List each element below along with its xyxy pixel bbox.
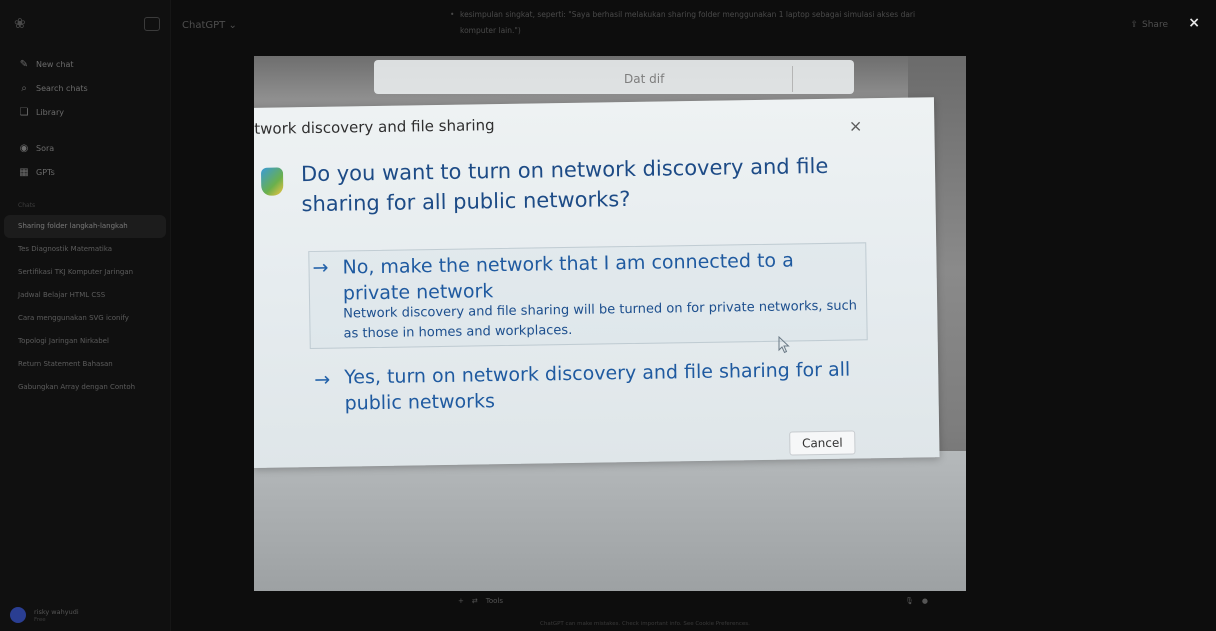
openai-logo-icon[interactable]: ❀ bbox=[14, 16, 30, 32]
sidebar-toggle-icon[interactable] bbox=[144, 17, 160, 31]
plus-icon[interactable]: + bbox=[458, 597, 464, 605]
sidebar-item-label: New chat bbox=[36, 59, 74, 69]
edit-icon: ✎ bbox=[19, 58, 29, 70]
sidebar-item-label: Search chats bbox=[36, 83, 88, 93]
sidebar-item-label: Sora bbox=[36, 143, 55, 153]
library-icon: ❏ bbox=[19, 106, 29, 118]
chat-item[interactable]: Gabungkan Array dengan Contoh bbox=[0, 376, 170, 399]
footer-disclaimer: ChatGPT can make mistakes. Check importa… bbox=[540, 621, 750, 627]
model-selector[interactable]: ChatGPT ⌄ bbox=[182, 20, 237, 31]
network-dialog: twork discovery and file sharing × Do yo… bbox=[254, 97, 940, 468]
cancel-button: Cancel bbox=[789, 430, 856, 456]
search-icon: ⌕ bbox=[21, 82, 27, 94]
dialog-title: twork discovery and file sharing bbox=[254, 116, 495, 138]
arrow-right-icon: → bbox=[314, 368, 331, 391]
chat-item[interactable]: Return Statement Bahasan bbox=[0, 353, 170, 376]
chevron-down-icon: ⌄ bbox=[228, 20, 237, 31]
avatar bbox=[10, 607, 26, 623]
chat-item[interactable]: Jadwal Belajar HTML CSS bbox=[0, 284, 170, 307]
sidebar-item-gpts[interactable]: ▦ GPTs bbox=[0, 160, 170, 184]
model-name: ChatGPT bbox=[182, 20, 226, 31]
tools-button[interactable]: Tools bbox=[486, 597, 503, 605]
chat-item[interactable]: Sertifikasi TKJ Komputer Jaringan bbox=[0, 261, 170, 284]
gpts-icon: ▦ bbox=[19, 166, 29, 178]
chat-item[interactable]: Topologi Jaringan Nirkabel bbox=[0, 330, 170, 353]
chat-message-text: kesimpulan singkat, seperti: "Saya berha… bbox=[460, 10, 916, 35]
arrow-right-icon: → bbox=[312, 256, 329, 280]
chat-item[interactable]: Cara menggunakan SVG iconify bbox=[0, 307, 170, 330]
image-preview: Dat dif × twork discovery and file shari… bbox=[254, 56, 966, 591]
tools-icon: ⇄ bbox=[471, 597, 478, 605]
chat-item[interactable]: Sharing folder langkah-langkah bbox=[4, 215, 166, 238]
mic-icon[interactable]: 🎙 bbox=[905, 597, 914, 605]
user-name: risky wahyudi bbox=[34, 607, 79, 616]
sidebar-item-sora[interactable]: ◉ Sora bbox=[0, 136, 170, 160]
photo-background-panel bbox=[374, 60, 854, 94]
close-viewer-icon[interactable]: × bbox=[1188, 15, 1200, 31]
sidebar-item-label: Library bbox=[36, 107, 64, 117]
share-button[interactable]: ⇪ Share bbox=[1130, 20, 1168, 30]
network-shield-icon bbox=[260, 167, 284, 196]
sidebar-item-search-chats[interactable]: ⌕ Search chats bbox=[0, 76, 170, 100]
sora-icon: ◉ bbox=[19, 142, 29, 154]
user-plan: Free bbox=[34, 616, 46, 623]
user-account[interactable]: risky wahyudi Free bbox=[10, 607, 79, 623]
sidebar-item-label: GPTs bbox=[36, 167, 55, 177]
dialog-close-icon: × bbox=[848, 116, 863, 136]
sidebar-item-library[interactable]: ❏ Library bbox=[0, 100, 170, 124]
sidebar: ❀ ✎ New chat ⌕ Search chats ❏ Library ◉ … bbox=[0, 0, 171, 631]
chats-section-label: Chats bbox=[18, 202, 36, 209]
option-public-label: Yes, turn on network discovery and file … bbox=[344, 358, 851, 415]
dialog-question: Do you want to turn on network discovery… bbox=[300, 153, 829, 217]
mouse-cursor-icon bbox=[778, 336, 790, 354]
bullet-icon: • bbox=[450, 10, 455, 19]
sidebar-item-new-chat[interactable]: ✎ New chat bbox=[0, 52, 170, 76]
share-label: Share bbox=[1142, 20, 1168, 30]
sidebar-nav: ✎ New chat ⌕ Search chats ❏ Library ◉ So… bbox=[0, 52, 170, 399]
chat-item[interactable]: Tes Diagnostik Matematika bbox=[0, 238, 170, 261]
composer: + ⇄ Tools 🎙 ● bbox=[458, 592, 928, 610]
chat-message: • kesimpulan singkat, seperti: "Saya ber… bbox=[450, 7, 930, 39]
voice-icon[interactable]: ● bbox=[922, 597, 928, 605]
chatgpt-app: ❀ ✎ New chat ⌕ Search chats ❏ Library ◉ … bbox=[0, 0, 1216, 631]
photo-background-text: Dat dif bbox=[624, 72, 665, 86]
share-icon: ⇪ bbox=[1130, 20, 1139, 30]
sidebar-header: ❀ bbox=[12, 16, 162, 36]
